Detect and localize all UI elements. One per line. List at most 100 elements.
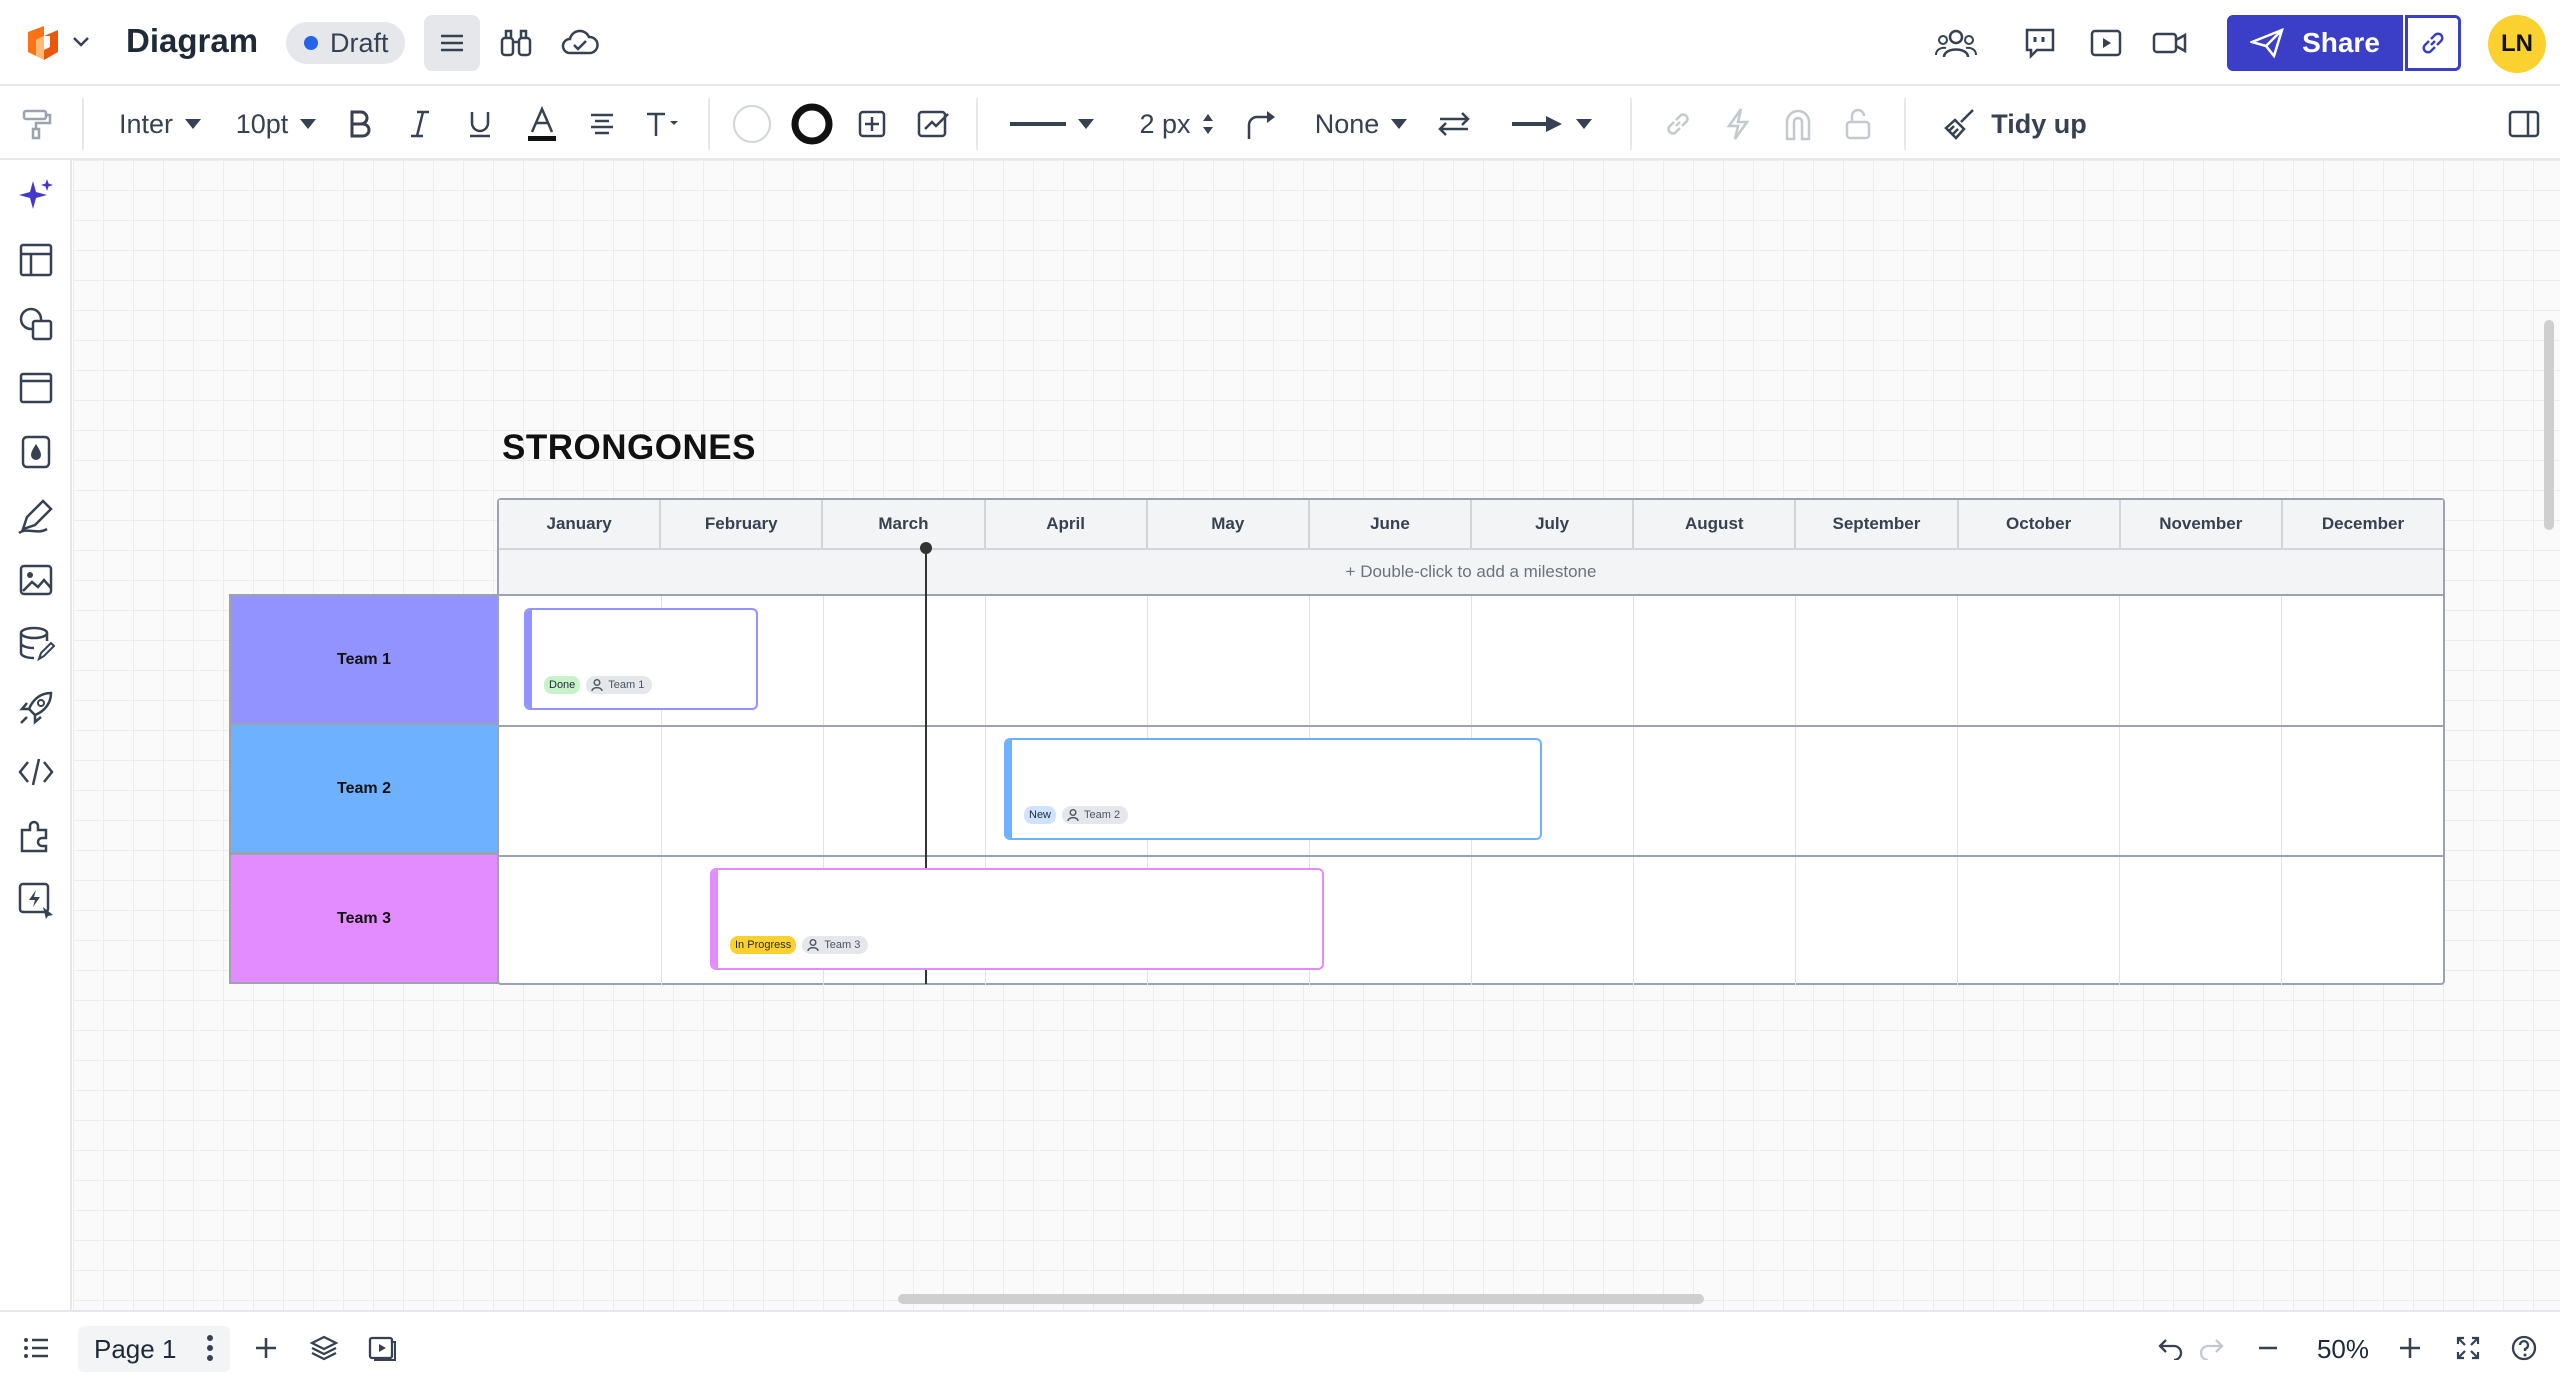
code-icon bbox=[18, 758, 54, 786]
solid-line-icon bbox=[1010, 122, 1066, 126]
zoom-out-button[interactable] bbox=[2248, 1328, 2288, 1368]
rocket-button[interactable] bbox=[16, 688, 56, 728]
column-gridline bbox=[1633, 596, 1634, 985]
cloud-save-button[interactable] bbox=[552, 15, 608, 71]
style-palette-icon bbox=[917, 110, 949, 138]
add-page-button[interactable] bbox=[246, 1328, 286, 1368]
draw-button[interactable] bbox=[16, 496, 56, 536]
copy-link-button[interactable] bbox=[2405, 15, 2461, 71]
fill-button[interactable] bbox=[16, 432, 56, 472]
layers-button[interactable] bbox=[304, 1328, 344, 1368]
underline-icon bbox=[470, 112, 490, 138]
milestone-row[interactable]: + Double-click to add a milestone bbox=[499, 550, 2443, 596]
zoom-in-button[interactable] bbox=[2390, 1328, 2430, 1368]
font-family-select[interactable]: Inter bbox=[110, 88, 210, 160]
unlock-icon bbox=[1845, 108, 1871, 140]
link-button[interactable] bbox=[1656, 88, 1700, 160]
assignee-badge: Team 2 bbox=[1062, 806, 1129, 824]
stepper-arrows-icon[interactable] bbox=[1201, 111, 1215, 137]
bold-button[interactable] bbox=[340, 88, 380, 160]
line-style-select[interactable] bbox=[1010, 88, 1094, 160]
more-vertical-icon bbox=[207, 1335, 213, 1361]
share-label: Share bbox=[2302, 27, 2380, 58]
swap-endpoints-button[interactable] bbox=[1432, 88, 1476, 160]
connector-style-button[interactable] bbox=[1240, 88, 1284, 160]
redo-button[interactable] bbox=[2192, 1328, 2232, 1368]
collaborators-button[interactable] bbox=[1928, 15, 1984, 71]
italic-button[interactable] bbox=[400, 88, 440, 160]
integrations-button[interactable] bbox=[16, 816, 56, 856]
panel-toggle-button[interactable] bbox=[2502, 88, 2546, 160]
vertical-scrollbar[interactable] bbox=[2544, 320, 2554, 530]
hamburger-icon bbox=[441, 34, 463, 52]
text-options-button[interactable] bbox=[640, 88, 684, 160]
send-icon bbox=[2250, 28, 2285, 58]
current-date-handle[interactable] bbox=[920, 542, 932, 554]
undo-button[interactable] bbox=[2150, 1328, 2190, 1368]
horizontal-scrollbar[interactable] bbox=[898, 1294, 1704, 1304]
help-button[interactable] bbox=[2504, 1328, 2544, 1368]
line-width-value: 2 px bbox=[1139, 108, 1191, 139]
video-call-button[interactable] bbox=[2142, 15, 2198, 71]
fill-color-button[interactable] bbox=[730, 88, 774, 160]
frame-button[interactable] bbox=[16, 368, 56, 408]
app-logo-icon[interactable] bbox=[22, 22, 64, 64]
swimlane-team-3[interactable]: Team 3 bbox=[229, 853, 499, 984]
comments-button[interactable] bbox=[2012, 15, 2068, 71]
ai-sparkle-button[interactable] bbox=[16, 176, 56, 216]
share-button[interactable]: Share bbox=[2227, 15, 2403, 71]
task-card-team-3[interactable]: In Progress Team 3 bbox=[710, 868, 1324, 970]
bottom-bar: Page 1 50% bbox=[0, 1310, 2560, 1383]
status-badge[interactable]: Draft bbox=[286, 22, 405, 64]
plus-icon bbox=[256, 1338, 276, 1358]
menu-button[interactable] bbox=[424, 15, 480, 71]
lock-button[interactable] bbox=[1836, 88, 1880, 160]
month-header: July bbox=[1472, 500, 1635, 548]
task-tags: Done Team 1 bbox=[544, 676, 653, 694]
tidy-up-button[interactable]: Tidy up bbox=[1940, 88, 2090, 160]
fill-color-swatch-icon bbox=[733, 105, 771, 143]
line-start-select[interactable]: None bbox=[1306, 88, 1416, 160]
user-avatar[interactable]: LN bbox=[2488, 15, 2546, 73]
fill-icon bbox=[21, 435, 51, 469]
data-icon bbox=[19, 626, 55, 662]
format-painter-button[interactable] bbox=[10, 88, 64, 160]
image-icon bbox=[19, 564, 53, 596]
magnet-button[interactable] bbox=[1776, 88, 1820, 160]
find-button[interactable] bbox=[488, 15, 544, 71]
line-color-button[interactable] bbox=[790, 88, 834, 160]
page-options-button[interactable] bbox=[190, 1328, 230, 1368]
fit-to-screen-button[interactable] bbox=[2448, 1328, 2488, 1368]
actions-button[interactable] bbox=[1716, 88, 1760, 160]
document-title[interactable]: Diagram bbox=[126, 22, 258, 60]
presentation-mode-button[interactable] bbox=[362, 1328, 402, 1368]
data-button[interactable] bbox=[16, 624, 56, 664]
line-width-stepper[interactable]: 2 px bbox=[1134, 88, 1220, 160]
zoom-level[interactable]: 50% bbox=[2308, 1326, 2378, 1372]
quick-action-button[interactable] bbox=[16, 880, 56, 920]
chevron-down-icon[interactable] bbox=[70, 30, 92, 52]
page-list-button[interactable] bbox=[16, 1328, 56, 1368]
present-button[interactable] bbox=[2078, 15, 2134, 71]
line-end-select[interactable] bbox=[1504, 88, 1600, 160]
caret-down-icon bbox=[1078, 119, 1094, 129]
align-button[interactable] bbox=[582, 88, 622, 160]
code-button[interactable] bbox=[16, 752, 56, 792]
diagram-title[interactable]: STRONGONES bbox=[502, 428, 756, 468]
font-size-select[interactable]: 10pt bbox=[230, 88, 322, 160]
column-gridline bbox=[2119, 596, 2120, 985]
underline-button[interactable] bbox=[460, 88, 500, 160]
lightning-icon bbox=[1726, 108, 1750, 140]
swimlane-team-1[interactable]: Team 1 bbox=[229, 594, 499, 725]
style-button[interactable] bbox=[912, 88, 956, 160]
caret-down-icon bbox=[1576, 119, 1592, 129]
swimlane-team-2[interactable]: Team 2 bbox=[229, 723, 499, 854]
integrations-icon bbox=[20, 820, 48, 853]
text-color-button[interactable] bbox=[520, 88, 564, 160]
task-card-team-1[interactable]: Done Team 1 bbox=[524, 608, 758, 710]
shapes-button[interactable] bbox=[16, 304, 56, 344]
task-card-team-2[interactable]: New Team 2 bbox=[1004, 738, 1542, 840]
image-button[interactable] bbox=[16, 560, 56, 600]
shape-options-button[interactable] bbox=[850, 88, 894, 160]
templates-button[interactable] bbox=[16, 240, 56, 280]
